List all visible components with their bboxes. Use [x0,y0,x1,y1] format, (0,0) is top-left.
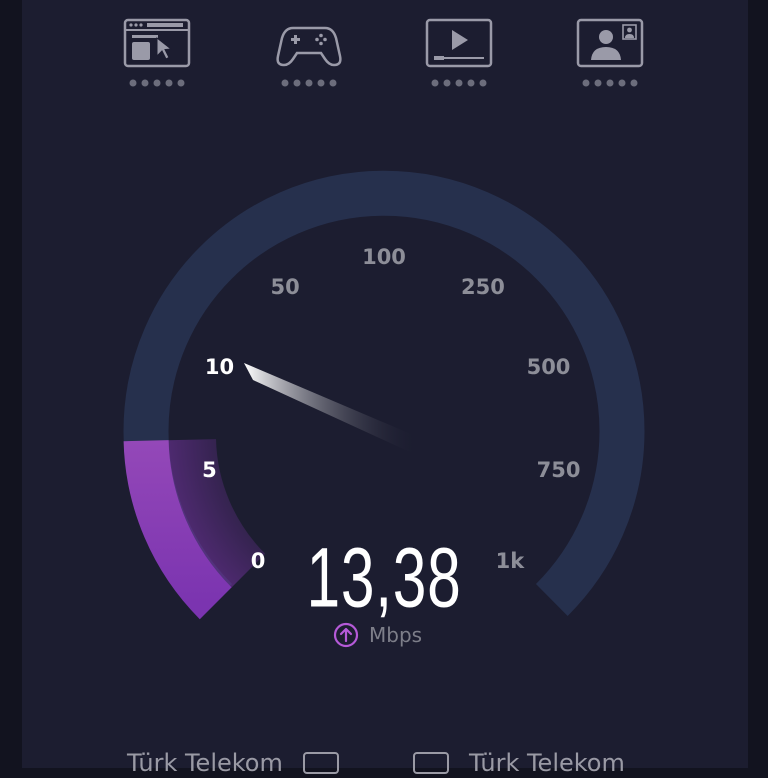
speed-unit-label: Mbps [369,623,423,647]
network-icon [413,752,449,774]
gauge-tick-label: 750 [536,457,581,482]
isp-name-left: Türk Telekom [127,749,283,777]
gauge-tick-label: 500 [526,354,571,379]
server-icon [302,752,339,774]
isp-provider-right[interactable]: Türk Telekom [413,748,625,778]
gauge-tick-label: 10 [204,354,235,379]
gauge-tick-label: 250 [460,275,505,299]
speed-gauge [123,170,645,620]
isp-name-right: Türk Telekom [469,749,625,777]
gauge-needle [244,363,418,453]
gauge-tick-label: 100 [362,245,406,269]
app-frame: 0 5 10 50 100 250 500 750 1k 13,38 Mbps Türk Tel… [0,0,768,777]
upload-arrow-icon [333,622,359,648]
gauge-tick-label: 50 [270,275,300,299]
speed-unit-row: Mbps [333,621,422,649]
gauge-tick-label: 1k [495,548,525,573]
isp-provider-left[interactable]: Türk Telekom [127,748,339,778]
speed-value: 13,38 [306,530,462,625]
gauge-tick-label: 5 [202,457,217,482]
gauge-tick-label: 0 [250,548,266,573]
